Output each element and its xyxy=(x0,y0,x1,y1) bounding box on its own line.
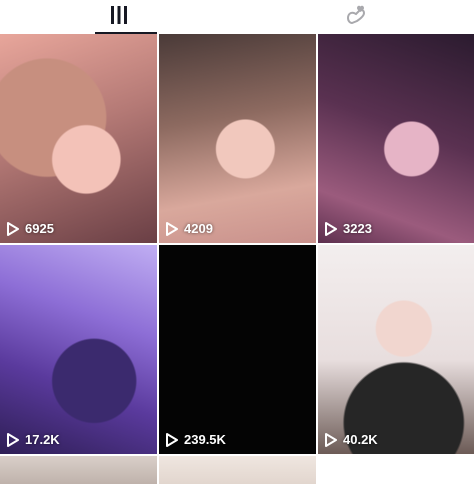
video-thumbnail[interactable]: 239.5K xyxy=(159,245,316,454)
view-count-label: 3223 xyxy=(343,221,372,236)
play-icon xyxy=(325,221,337,236)
play-icon xyxy=(166,432,178,447)
view-count: 6925 xyxy=(7,221,54,236)
play-icon xyxy=(166,221,178,236)
view-count-label: 4209 xyxy=(184,221,213,236)
view-count-label: 239.5K xyxy=(184,432,226,447)
video-thumbnail[interactable]: 6925 xyxy=(0,34,157,243)
view-count: 4209 xyxy=(166,221,213,236)
grid-icon xyxy=(109,5,129,29)
liked-hand-heart-icon xyxy=(343,4,369,31)
view-count: 17.2K xyxy=(7,432,60,447)
play-icon xyxy=(7,221,19,236)
view-count-label: 40.2K xyxy=(343,432,378,447)
view-count-label: 17.2K xyxy=(25,432,60,447)
video-thumbnail[interactable]: 40.2K xyxy=(318,245,474,454)
tab-liked[interactable] xyxy=(237,0,474,34)
view-count-label: 6925 xyxy=(25,221,54,236)
video-thumbnail[interactable]: 17.2K xyxy=(0,245,157,454)
video-thumbnail[interactable]: 4209 xyxy=(159,34,316,243)
view-count: 3223 xyxy=(325,221,372,236)
view-count: 239.5K xyxy=(166,432,226,447)
video-thumbnail[interactable]: 3223 xyxy=(318,34,474,243)
play-icon xyxy=(325,432,337,447)
play-icon xyxy=(7,432,19,447)
video-thumbnail[interactable] xyxy=(159,456,316,484)
profile-tab-bar xyxy=(0,0,474,34)
tab-videos[interactable] xyxy=(0,0,237,34)
video-thumbnail[interactable] xyxy=(318,456,474,484)
view-count: 40.2K xyxy=(325,432,378,447)
video-thumbnail[interactable] xyxy=(0,456,157,484)
